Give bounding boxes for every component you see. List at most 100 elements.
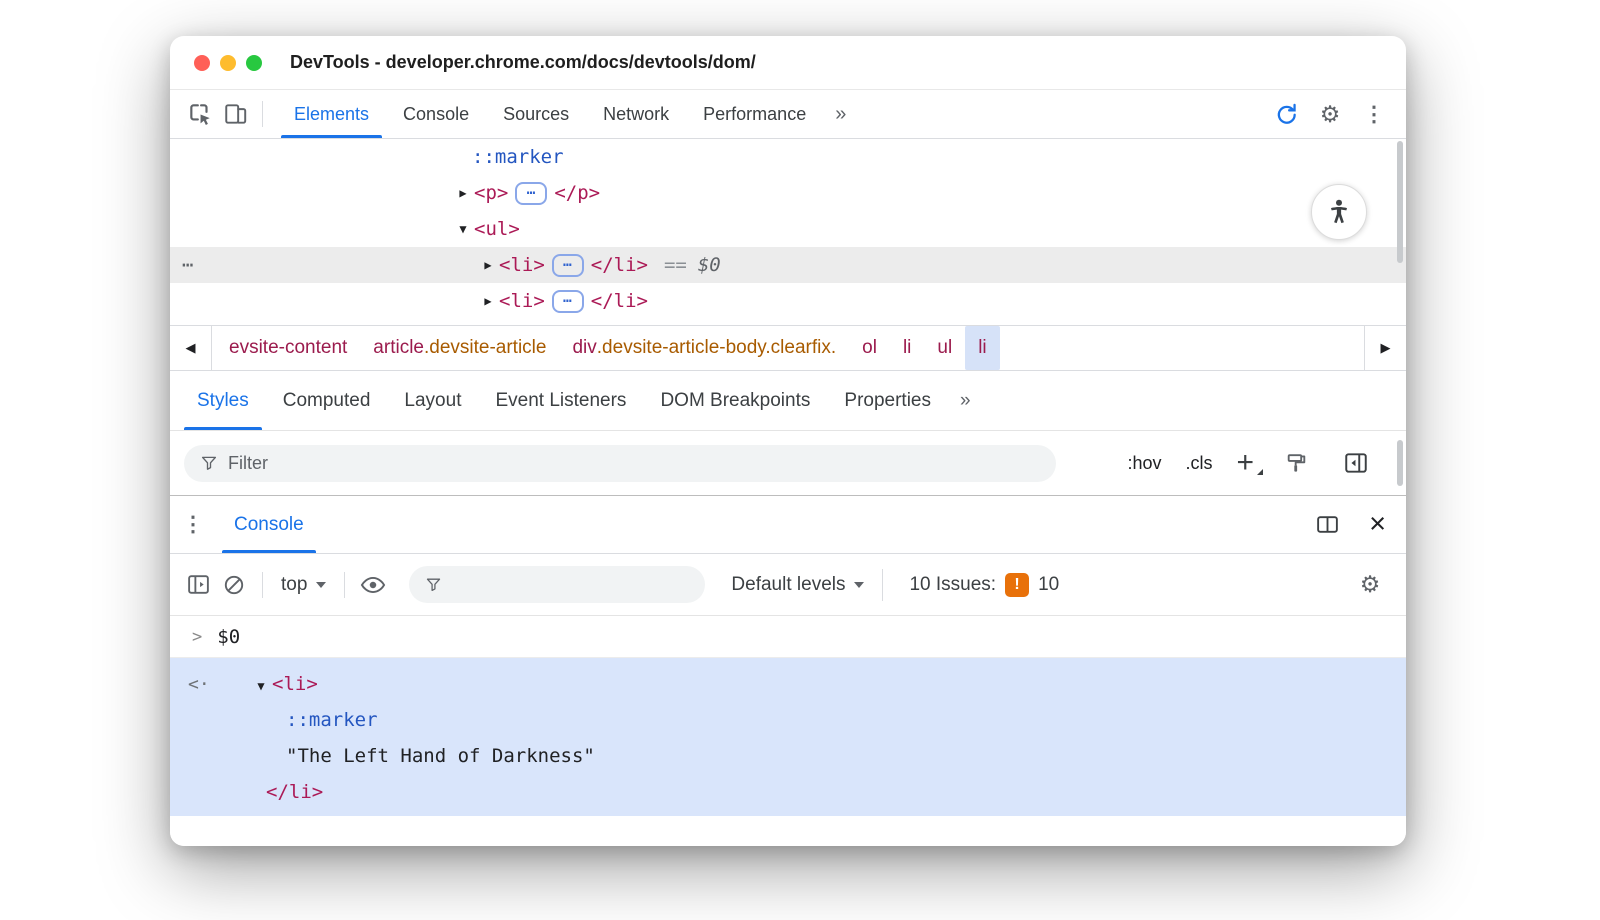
log-levels-dropdown[interactable]: Default levels xyxy=(723,574,872,596)
breadcrumb-list: evsite-content article .devsite-article d… xyxy=(212,326,1000,370)
elements-scrollbar[interactable] xyxy=(1397,141,1403,263)
console-messages: > $0 <· ▼ <li> ::marker "The Left Hand of… xyxy=(170,616,1406,846)
dollar-zero-token: $0 xyxy=(697,254,721,276)
inspect-element-icon[interactable] xyxy=(182,96,218,132)
result-line[interactable]: ▼ <li> xyxy=(170,666,1406,702)
split-panel-icon[interactable] xyxy=(1309,507,1345,543)
disclosure-triangle-icon[interactable]: ▶ xyxy=(477,294,499,308)
accessibility-button[interactable] xyxy=(1311,184,1367,240)
live-expression-eye-icon[interactable] xyxy=(355,567,391,603)
tag-close-token[interactable]: </li> xyxy=(591,254,648,276)
console-filter-field[interactable] xyxy=(409,566,706,603)
device-toolbar-icon[interactable] xyxy=(218,96,254,132)
more-panels-icon[interactable]: » xyxy=(823,90,858,138)
panel-tabs: Elements Console Sources Network Perform… xyxy=(277,90,858,138)
pseudo-element-node[interactable]: ::marker xyxy=(472,146,564,168)
elements-panel: ::marker ▶ <p> ⋯ </p> ▼ <ul> ⋯ ▶ <li> ⋯ </li> ==… xyxy=(170,139,1406,325)
disclosure-triangle-icon[interactable]: ▶ xyxy=(452,186,474,200)
sync-icon[interactable] xyxy=(1268,96,1304,132)
toolbar-divider xyxy=(262,101,263,127)
console-filter-input[interactable] xyxy=(452,574,690,595)
console-history-entry[interactable]: > $0 xyxy=(170,616,1406,658)
ellipsis-pill[interactable]: ⋯ xyxy=(515,181,548,205)
settings-gear-icon[interactable]: ⚙ xyxy=(1312,96,1348,132)
tag-open-token[interactable]: <p> xyxy=(474,182,508,204)
toolbar-divider xyxy=(882,568,884,601)
toolbar-divider xyxy=(344,571,346,598)
tab-event-listeners[interactable]: Event Listeners xyxy=(478,371,643,430)
dom-row-p[interactable]: ▶ <p> ⋯ </p> xyxy=(170,175,1406,211)
tab-layout[interactable]: Layout xyxy=(387,371,478,430)
tab-elements[interactable]: Elements xyxy=(277,90,386,138)
disclosure-triangle-icon[interactable]: ▼ xyxy=(452,222,474,236)
styles-filter-input[interactable] xyxy=(228,452,1040,474)
tab-dom-breakpoints[interactable]: DOM Breakpoints xyxy=(643,371,827,430)
tag-close-token[interactable]: </li> xyxy=(591,290,648,312)
issues-counter[interactable]: 10 Issues: ! 10 xyxy=(909,572,1059,597)
gutter-ellipsis-icon[interactable]: ⋯ xyxy=(182,254,193,276)
styles-toolbar: :hov .cls + xyxy=(170,431,1406,495)
breadcrumb-item[interactable]: div .devsite-article-body.clearfix. xyxy=(559,326,849,370)
dom-row-ul[interactable]: ▼ <ul> xyxy=(170,211,1406,247)
issue-badge-icon: ! xyxy=(1005,572,1030,597)
tag-open-token[interactable]: <li> xyxy=(499,290,545,312)
disclosure-triangle-icon[interactable]: ▼ xyxy=(250,668,272,704)
chevron-down-icon xyxy=(316,581,327,588)
tag-open-token: <li> xyxy=(272,673,318,695)
tag-open-token[interactable]: <li> xyxy=(499,254,545,276)
dom-row-marker[interactable]: ::marker xyxy=(170,139,1406,175)
tab-properties[interactable]: Properties xyxy=(827,371,948,430)
console-kebab-menu-icon[interactable]: ⋮ xyxy=(170,507,216,543)
styles-scrollbar[interactable] xyxy=(1397,440,1403,486)
element-classes-button[interactable]: .cls xyxy=(1185,453,1212,474)
new-style-rule-button[interactable]: + xyxy=(1236,448,1263,478)
console-sidebar-toggle-icon[interactable] xyxy=(180,567,216,603)
console-toolbar: top Default levels 10 Issues: ! 10 ⚙ xyxy=(170,554,1406,616)
clear-console-icon[interactable] xyxy=(216,567,252,603)
styles-filter-field[interactable] xyxy=(184,444,1056,482)
breadcrumb-item[interactable]: evsite-content xyxy=(216,326,360,370)
breadcrumb: ◀ evsite-content article .devsite-article… xyxy=(170,325,1406,371)
tab-sources[interactable]: Sources xyxy=(486,90,586,138)
toolbar-divider xyxy=(262,571,263,598)
tag-open-token[interactable]: <ul> xyxy=(474,218,520,240)
breadcrumb-item[interactable]: ol xyxy=(849,326,890,370)
tab-console[interactable]: Console xyxy=(386,90,486,138)
breadcrumb-item[interactable]: li xyxy=(890,326,924,370)
breadcrumb-item[interactable]: ul xyxy=(924,326,965,370)
breadcrumb-item[interactable]: article .devsite-article xyxy=(360,326,559,370)
funnel-icon xyxy=(427,578,441,592)
more-panes-icon[interactable]: » xyxy=(948,371,983,430)
minimize-window-button[interactable] xyxy=(220,54,236,71)
console-settings-gear-icon[interactable]: ⚙ xyxy=(1352,567,1388,603)
breadcrumb-forward-button[interactable]: ▶ xyxy=(1364,326,1406,370)
ellipsis-pill[interactable]: ⋯ xyxy=(551,289,584,313)
tab-computed[interactable]: Computed xyxy=(266,371,388,430)
close-window-button[interactable] xyxy=(194,54,210,71)
dock-sidebar-icon[interactable] xyxy=(1338,445,1374,481)
execution-context-selector[interactable]: top xyxy=(273,574,334,596)
breadcrumb-back-button[interactable]: ◀ xyxy=(170,326,212,370)
disclosure-triangle-icon[interactable]: ▶ xyxy=(477,258,499,272)
console-result-block[interactable]: <· ▼ <li> ::marker "The Left Hand of Dark… xyxy=(170,658,1406,816)
paint-roller-icon[interactable] xyxy=(1278,445,1314,481)
console-header-controls: × xyxy=(1309,496,1406,553)
kebab-menu-icon[interactable]: ⋮ xyxy=(1356,96,1392,132)
dom-row-li[interactable]: ▶ <li> ⋯ </li> xyxy=(170,283,1406,319)
zoom-window-button[interactable] xyxy=(246,54,262,71)
close-console-button[interactable]: × xyxy=(1369,510,1386,539)
sidebar-pane-tabs: Styles Computed Layout Event Listeners D… xyxy=(170,371,1406,431)
pseudo-element-token: ::marker xyxy=(286,709,378,731)
ellipsis-pill[interactable]: ⋯ xyxy=(551,253,584,277)
return-value-icon: <· xyxy=(188,674,210,695)
console-drawer-header: ⋮ Console × xyxy=(170,496,1406,554)
string-token: "The Left Hand of Darkness" xyxy=(286,745,595,767)
dom-row-li-selected[interactable]: ⋯ ▶ <li> ⋯ </li> == $0 xyxy=(170,247,1406,283)
tab-performance[interactable]: Performance xyxy=(686,90,823,138)
toggle-element-state-button[interactable]: :hov xyxy=(1127,453,1161,474)
tab-styles[interactable]: Styles xyxy=(180,371,266,430)
tag-close-token[interactable]: </p> xyxy=(554,182,600,204)
tab-network[interactable]: Network xyxy=(586,90,686,138)
breadcrumb-item-selected[interactable]: li xyxy=(965,326,1000,370)
tab-console-drawer[interactable]: Console xyxy=(216,496,322,553)
